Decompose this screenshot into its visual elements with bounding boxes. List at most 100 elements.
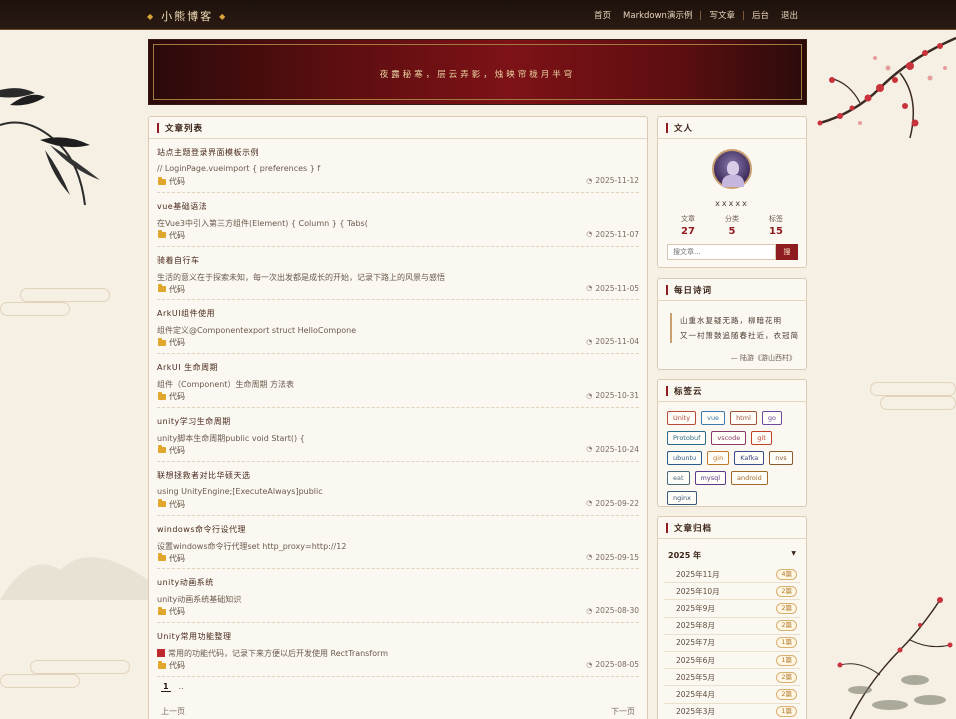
article-date: ◔ 2025-11-05 bbox=[586, 284, 639, 293]
category-label: 代码 bbox=[169, 338, 185, 348]
article-title[interactable]: vue基础语法 bbox=[157, 201, 639, 212]
next-page-link[interactable]: 下一页 bbox=[611, 706, 635, 717]
clock-icon: ◔ bbox=[586, 230, 593, 239]
article-excerpt: 设置windows命令行代理set http_proxy=http://12 bbox=[157, 541, 639, 552]
stat-label: 分类 bbox=[725, 215, 739, 223]
archive-month-item[interactable]: 2025年9月 2篇 bbox=[664, 600, 800, 618]
date-text: 2025-10-31 bbox=[595, 391, 639, 401]
tag-chip[interactable]: nvs bbox=[769, 451, 793, 465]
article-title[interactable]: 联想拯救者对比华硕天选 bbox=[157, 470, 639, 481]
stat-categories[interactable]: 分类 5 bbox=[725, 214, 739, 237]
article-category[interactable]: 代码 bbox=[158, 445, 185, 456]
nav-divider bbox=[742, 10, 744, 20]
archive-month-item[interactable]: 2025年5月 2篇 bbox=[664, 669, 800, 687]
stat-label: 文章 bbox=[681, 215, 695, 223]
tag-chip[interactable]: Protobuf bbox=[667, 431, 707, 445]
archive-month-item[interactable]: 2025年4月 2篇 bbox=[664, 686, 800, 704]
article-item[interactable]: unity学习生命周期 unity脚本生命周期public void Start(… bbox=[157, 408, 639, 462]
article-item[interactable]: unity动画系统 unity动画系统基础知识 代码 ◔ 2025-08-30 bbox=[157, 569, 639, 624]
tag-chip[interactable]: ubuntu bbox=[667, 451, 703, 465]
article-category[interactable]: 代码 bbox=[158, 176, 185, 187]
category-label: 代码 bbox=[169, 177, 185, 186]
article-item[interactable]: 骑着自行车 生活的意义在于探索未知，每一次出发都是成长的开始，记录下路上的风景与感… bbox=[157, 247, 639, 301]
tag-chip[interactable]: mysql bbox=[694, 471, 727, 485]
author-card-title: 文人 bbox=[674, 123, 694, 134]
article-item[interactable]: ArkUI 生命周期 组件（Component）生命周期 方法表 代码 ◔ 2025-1… bbox=[157, 354, 639, 408]
article-item[interactable]: vue基础语法 在Vue3中引入第三方组件(Element) { Column }… bbox=[157, 193, 639, 247]
article-category[interactable]: 代码 bbox=[158, 660, 185, 671]
search-input[interactable] bbox=[667, 244, 776, 260]
nav-home[interactable]: 首页 bbox=[588, 9, 617, 21]
article-list-title: 文章列表 bbox=[165, 123, 204, 134]
header-accent bbox=[157, 122, 159, 133]
archive-count-badge: 2篇 bbox=[776, 585, 797, 597]
archive-month-item[interactable]: 2025年3月 1篇 bbox=[664, 704, 800, 719]
folder-icon bbox=[158, 230, 166, 239]
article-category[interactable]: 代码 bbox=[158, 230, 185, 241]
archive-month-item[interactable]: 2025年11月 4篇 bbox=[664, 566, 800, 584]
tag-chip[interactable]: vue bbox=[701, 411, 726, 425]
tag-list: Unity vue html go Protobuf vscode git ubuntu gin… bbox=[667, 411, 800, 505]
article-title[interactable]: 站点主题登录界面模板示例 bbox=[157, 147, 639, 158]
header-accent bbox=[666, 522, 668, 533]
tag-chip[interactable]: Kafka bbox=[734, 451, 765, 465]
archive-month-item[interactable]: 2025年6月 1篇 bbox=[664, 652, 800, 670]
article-title[interactable]: Unity常用功能整理 bbox=[157, 631, 639, 642]
tag-chip[interactable]: gin bbox=[707, 451, 730, 465]
article-item[interactable]: Unity常用功能整理 常用的功能代码，记录下来方便以后开发使用 RectTran… bbox=[157, 623, 639, 677]
article-item[interactable]: 联想拯救者对比华硕天选 using UnityEngine;[ExecuteAlw… bbox=[157, 462, 639, 516]
article-title[interactable]: ArkUI组件使用 bbox=[157, 308, 639, 319]
article-excerpt-text: unity动画系统基础知识 bbox=[157, 595, 242, 605]
page-ellipsis: .. bbox=[178, 682, 184, 691]
archive-month-item[interactable]: 2025年8月 2篇 bbox=[664, 618, 800, 635]
nav-write-article[interactable]: 写文章 bbox=[703, 9, 741, 21]
stat-tags[interactable]: 标签 15 bbox=[769, 214, 783, 237]
tag-chip[interactable]: git bbox=[751, 431, 772, 445]
article-category[interactable]: 代码 bbox=[158, 553, 185, 564]
tag-chip[interactable]: html bbox=[730, 411, 757, 425]
archive-year-toggle[interactable]: 2025 年 ▼ bbox=[668, 550, 796, 561]
brand-logo[interactable]: ◆ 小熊博客 ◆ bbox=[147, 8, 227, 24]
poem-line: 又一村箫鼓追随春社近，衣冠简 bbox=[680, 331, 799, 340]
article-category[interactable]: 代码 bbox=[158, 499, 185, 510]
article-item[interactable]: ArkUI组件使用 组件定义@Componentexport struct Hel… bbox=[157, 300, 639, 355]
tag-chip[interactable]: Unity bbox=[667, 411, 697, 425]
article-date: ◔ 2025-09-22 bbox=[586, 499, 639, 508]
prev-page-link[interactable]: 上一页 bbox=[161, 706, 185, 717]
tag-chip[interactable]: nginx bbox=[667, 491, 698, 505]
archive-month-item[interactable]: 2025年10月 2篇 bbox=[664, 583, 800, 601]
search-button[interactable]: 搜 bbox=[776, 244, 798, 260]
article-item[interactable]: 站点主题登录界面模板示例 // LoginPage.vueimport { pre… bbox=[157, 139, 639, 193]
category-label: 代码 bbox=[169, 445, 185, 455]
article-title[interactable]: 骑着自行车 bbox=[157, 255, 639, 266]
nav-admin[interactable]: 后台 bbox=[746, 9, 775, 21]
article-title[interactable]: unity学习生命周期 bbox=[157, 416, 639, 427]
tag-chip[interactable]: vscode bbox=[711, 431, 747, 445]
diamond-icon: ◆ bbox=[147, 11, 156, 21]
article-category[interactable]: 代码 bbox=[158, 391, 185, 402]
tag-chip[interactable]: eat bbox=[667, 471, 690, 485]
archive-month-label: 2025年8月 bbox=[676, 621, 715, 631]
article-date: ◔ 2025-09-15 bbox=[586, 553, 639, 562]
page-number-current[interactable]: 1 bbox=[161, 682, 171, 692]
article-item[interactable]: windows命令行设代理 设置windows命令行代理set http_prox… bbox=[157, 516, 639, 570]
article-category[interactable]: 代码 bbox=[158, 606, 185, 617]
header-accent bbox=[666, 385, 668, 396]
article-category[interactable]: 代码 bbox=[158, 284, 185, 295]
nav-logout[interactable]: 退出 bbox=[775, 9, 804, 21]
tag-chip[interactable]: android bbox=[731, 471, 768, 485]
article-excerpt: using UnityEngine;[ExecuteAlways]public bbox=[157, 487, 639, 496]
article-title[interactable]: unity动画系统 bbox=[157, 577, 639, 588]
article-category[interactable]: 代码 bbox=[158, 337, 185, 348]
avatar[interactable] bbox=[712, 149, 752, 189]
tag-chip[interactable]: go bbox=[761, 411, 782, 425]
nav-markdown-demo[interactable]: Markdown演示例 bbox=[617, 9, 698, 21]
folder-icon bbox=[158, 660, 166, 669]
clock-icon: ◔ bbox=[586, 391, 593, 400]
article-title[interactable]: windows命令行设代理 bbox=[157, 524, 639, 535]
avatar-face bbox=[727, 161, 739, 175]
stat-articles[interactable]: 文章 27 bbox=[681, 214, 695, 237]
archive-month-label: 2025年11月 bbox=[676, 569, 720, 579]
article-title[interactable]: ArkUI 生命周期 bbox=[157, 362, 639, 373]
archive-month-item[interactable]: 2025年7月 1篇 bbox=[664, 635, 800, 652]
